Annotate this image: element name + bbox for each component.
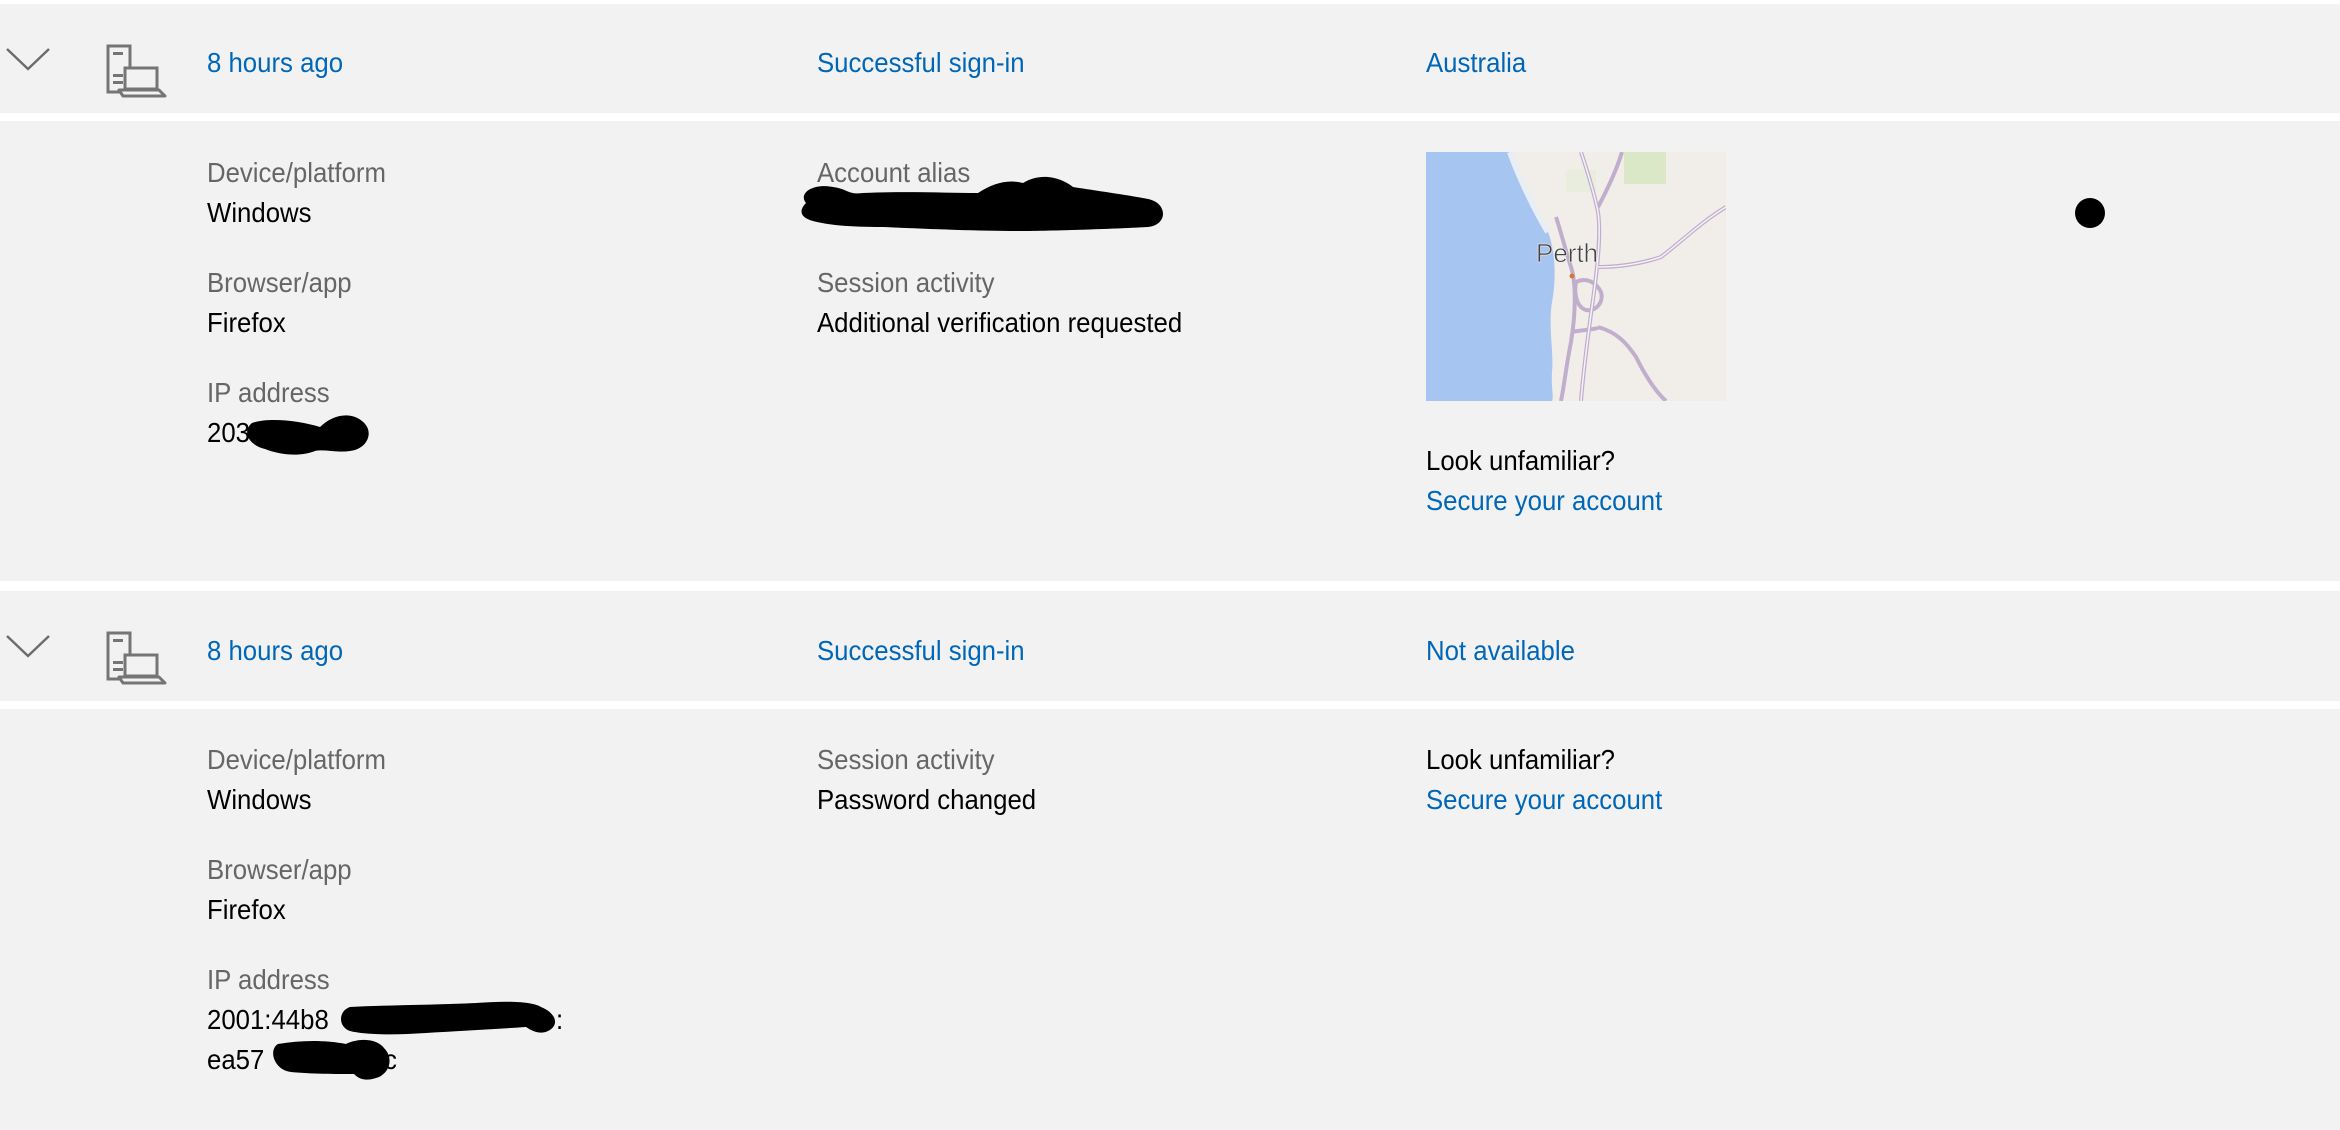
map-image: Perth xyxy=(1426,152,1726,401)
session-activity-label: Session activity xyxy=(817,744,995,775)
desktop-laptop-icon xyxy=(106,44,167,98)
session-activity-label: Session activity xyxy=(817,267,995,298)
chevron-down-icon[interactable] xyxy=(5,46,53,72)
redaction-mark xyxy=(801,176,1163,231)
device-platform-label: Device/platform xyxy=(207,157,386,188)
black-dot-mark xyxy=(2075,198,2105,228)
activity-row-1-details: Device/platform Windows Browser/app Fire… xyxy=(0,121,2340,581)
session-activity-value: Additional verification requested xyxy=(817,307,1183,338)
ip-address-value-line2: ea57 xyxy=(207,1044,265,1075)
browser-app-label: Browser/app xyxy=(207,267,352,298)
map-city-label: Perth xyxy=(1536,238,1598,268)
browser-app-label: Browser/app xyxy=(207,854,352,885)
ip-address-label: IP address xyxy=(207,377,330,408)
device-platform-value: Windows xyxy=(207,784,312,815)
activity-row-1-header[interactable]: 8 hours ago Successful sign-in Australia xyxy=(0,4,2340,113)
ip-address-label: IP address xyxy=(207,964,330,995)
chevron-down-icon[interactable] xyxy=(5,633,53,659)
session-activity-value: Password changed xyxy=(817,784,1037,815)
location-map[interactable]: Perth xyxy=(1426,152,1726,401)
look-unfamiliar-text: Look unfamiliar? xyxy=(1426,445,1616,476)
device-platform-value: Windows xyxy=(207,197,312,228)
activity-location-link[interactable]: Not available xyxy=(1426,634,1575,668)
activity-event-link[interactable]: Successful sign-in xyxy=(817,634,1025,668)
ip-address-value-line1: 2001:44b8 xyxy=(207,1004,329,1035)
desktop-laptop-icon xyxy=(106,631,167,685)
activity-row-2-details: Device/platform Windows Browser/app Fire… xyxy=(0,709,2340,1130)
activity-time-link[interactable]: 8 hours ago xyxy=(207,634,343,668)
activity-location-link[interactable]: Australia xyxy=(1426,46,1526,80)
device-platform-label: Device/platform xyxy=(207,744,386,775)
activity-row-2-header[interactable]: 8 hours ago Successful sign-in Not avail… xyxy=(0,591,2340,701)
redaction-mark xyxy=(341,1001,556,1035)
browser-app-value: Firefox xyxy=(207,307,286,338)
secure-account-link[interactable]: Secure your account xyxy=(1426,484,1662,518)
browser-app-value: Firefox xyxy=(207,894,286,925)
redaction-mark xyxy=(273,1039,390,1080)
look-unfamiliar-text: Look unfamiliar? xyxy=(1426,744,1616,775)
activity-event-link[interactable]: Successful sign-in xyxy=(817,46,1025,80)
activity-time-link[interactable]: 8 hours ago xyxy=(207,46,343,80)
redaction-mark xyxy=(247,415,369,455)
secure-account-link[interactable]: Secure your account xyxy=(1426,783,1662,817)
